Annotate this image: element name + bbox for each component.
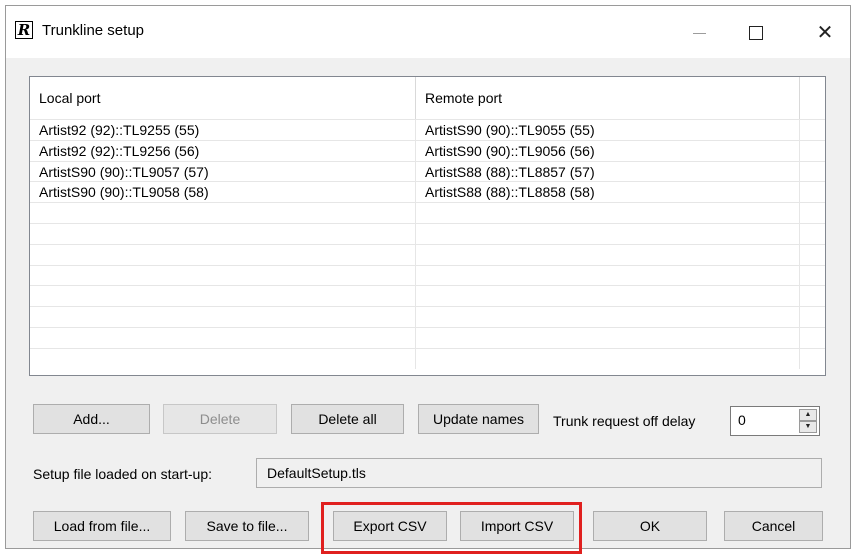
table-row[interactable]: [30, 285, 825, 307]
save-to-file-button[interactable]: Save to file...: [185, 511, 309, 541]
cell-remote-port: ArtistS88 (88)::TL8857 (57): [416, 161, 800, 182]
trunkline-table[interactable]: Local port Remote port Artist92 (92)::TL…: [29, 76, 826, 376]
maximize-icon: [749, 26, 763, 41]
title-bar[interactable]: R Trunkline setup ✕: [6, 6, 850, 58]
export-csv-button[interactable]: Export CSV: [333, 511, 447, 541]
cell-empty: [800, 328, 825, 348]
update-names-button[interactable]: Update names: [418, 404, 539, 434]
cell-empty: [800, 349, 825, 369]
cell-empty: [800, 120, 825, 140]
cell-local-port: Artist92 (92)::TL9256 (56): [30, 140, 416, 161]
cell-local-port: [30, 203, 416, 224]
cell-empty: [800, 266, 825, 286]
cell-empty: [800, 224, 825, 244]
table-row[interactable]: [30, 222, 825, 244]
column-header-local-port[interactable]: Local port: [30, 77, 416, 119]
table-row[interactable]: [30, 326, 825, 348]
minimize-button[interactable]: [676, 6, 722, 58]
table-row[interactable]: [30, 347, 825, 369]
cell-remote-port: ArtistS88 (88)::TL8858 (58): [416, 182, 800, 203]
trunk-delay-spinbox[interactable]: 0 ▲ ▼: [730, 406, 820, 436]
cell-remote-port: [416, 286, 800, 307]
cell-empty: [800, 141, 825, 161]
cell-local-port: [30, 307, 416, 328]
import-csv-button[interactable]: Import CSV: [460, 511, 574, 541]
cell-local-port: [30, 286, 416, 307]
cell-remote-port: [416, 327, 800, 348]
delete-button[interactable]: Delete: [163, 404, 277, 434]
cell-local-port: [30, 265, 416, 286]
add-button[interactable]: Add...: [33, 404, 150, 434]
trunk-delay-value[interactable]: 0: [738, 412, 746, 428]
table-row[interactable]: [30, 202, 825, 224]
table-row[interactable]: [30, 264, 825, 286]
cell-remote-port: [416, 348, 800, 369]
column-header-remote-port[interactable]: Remote port: [416, 77, 800, 119]
cell-local-port: [30, 244, 416, 265]
minimize-icon: [692, 32, 706, 34]
cell-local-port: [30, 348, 416, 369]
cell-remote-port: [416, 307, 800, 328]
setup-file-field: DefaultSetup.tls: [256, 458, 822, 488]
setup-file-label: Setup file loaded on start-up:: [33, 466, 213, 482]
cell-remote-port: ArtistS90 (90)::TL9055 (55): [416, 120, 800, 140]
cell-empty: [800, 182, 825, 202]
cell-empty: [800, 245, 825, 265]
spin-down-icon[interactable]: ▼: [799, 421, 817, 433]
cell-empty: [800, 162, 825, 182]
trunkline-setup-dialog: R Trunkline setup ✕ Local port Remote po…: [5, 5, 851, 554]
table-row[interactable]: [30, 306, 825, 328]
cell-local-port: [30, 327, 416, 348]
table-row[interactable]: Artist92 (92)::TL9256 (56) ArtistS90 (90)…: [30, 139, 825, 161]
cell-local-port: Artist92 (92)::TL9255 (55): [30, 120, 416, 140]
cell-remote-port: [416, 203, 800, 224]
cell-empty: [800, 307, 825, 327]
cell-local-port: [30, 223, 416, 244]
column-header-empty: [800, 77, 825, 119]
maximize-button[interactable]: [733, 6, 779, 58]
trunk-delay-label: Trunk request off delay: [553, 413, 696, 429]
cell-empty: [800, 203, 825, 223]
delete-all-button[interactable]: Delete all: [291, 404, 404, 434]
app-logo-icon: R: [15, 21, 33, 39]
table-header: Local port Remote port: [30, 77, 825, 119]
cell-remote-port: [416, 265, 800, 286]
cell-local-port: ArtistS90 (90)::TL9058 (58): [30, 182, 416, 203]
cancel-button[interactable]: Cancel: [724, 511, 823, 541]
window-title: Trunkline setup: [42, 22, 144, 39]
cell-empty: [800, 286, 825, 306]
table-row[interactable]: Artist92 (92)::TL9255 (55) ArtistS90 (90)…: [30, 119, 825, 140]
spin-buttons: ▲ ▼: [799, 409, 817, 433]
close-icon: ✕: [816, 20, 834, 44]
ok-button[interactable]: OK: [593, 511, 707, 541]
cell-local-port: ArtistS90 (90)::TL9057 (57): [30, 161, 416, 182]
spin-up-icon[interactable]: ▲: [799, 409, 817, 421]
cell-remote-port: [416, 223, 800, 244]
close-button[interactable]: ✕: [802, 6, 848, 58]
cell-remote-port: [416, 244, 800, 265]
table-body: Artist92 (92)::TL9255 (55) ArtistS90 (90)…: [30, 119, 825, 369]
table-row[interactable]: ArtistS90 (90)::TL9058 (58) ArtistS88 (88…: [30, 181, 825, 203]
load-from-file-button[interactable]: Load from file...: [33, 511, 171, 541]
table-row[interactable]: ArtistS90 (90)::TL9057 (57) ArtistS88 (88…: [30, 160, 825, 182]
cell-remote-port: ArtistS90 (90)::TL9056 (56): [416, 140, 800, 161]
table-row[interactable]: [30, 243, 825, 265]
